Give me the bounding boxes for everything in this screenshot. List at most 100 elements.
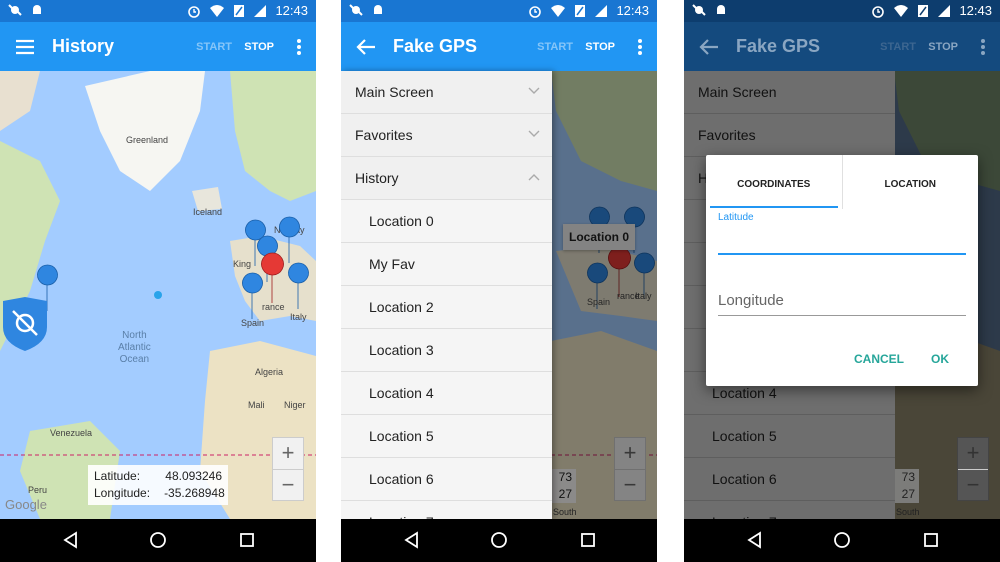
- no-sim-icon: [234, 4, 245, 17]
- start-button[interactable]: START: [196, 41, 232, 53]
- coordinates-dialog: COORDINATES LOCATION Latitude Longitude …: [706, 155, 978, 386]
- back-arrow-icon[interactable]: [355, 36, 377, 58]
- drawer-item-history[interactable]: History: [341, 157, 552, 200]
- history-item[interactable]: Location 6: [341, 458, 552, 501]
- clock: 12:43: [616, 3, 649, 18]
- map-pins: [37, 216, 309, 319]
- app-bar: History START STOP: [0, 22, 316, 71]
- back-icon[interactable]: [403, 531, 421, 549]
- selected-location-pin-icon: [261, 252, 284, 303]
- system-nav-bar: [684, 519, 1000, 562]
- fake-gps-shield-icon[interactable]: [3, 297, 47, 351]
- page-title: Fake GPS: [393, 36, 478, 56]
- cancel-button[interactable]: CANCEL: [854, 352, 904, 366]
- satellite-icon: [8, 4, 22, 16]
- chevron-down-icon: [528, 130, 540, 137]
- latitude-field[interactable]: Latitude: [718, 212, 966, 255]
- map-label-south: South: [896, 507, 920, 517]
- no-sim-icon: [575, 4, 586, 17]
- drawer-item-label: Main Screen: [355, 84, 434, 100]
- drawer-item-label: Favorites: [355, 127, 413, 143]
- tab-location[interactable]: LOCATION: [841, 155, 979, 209]
- phone-drawer: 12:43 Fake GPS START STOP Spain rance It…: [341, 0, 657, 562]
- history-item[interactable]: My Fav: [341, 243, 552, 286]
- system-nav-bar: [0, 519, 316, 562]
- stop-button[interactable]: STOP: [585, 41, 615, 53]
- home-icon[interactable]: [149, 531, 167, 549]
- status-bar: 12:43: [0, 0, 316, 22]
- app-bar: Fake GPS START STOP: [341, 22, 657, 71]
- back-arrow-icon[interactable]: [698, 36, 720, 58]
- zoom-controls: + −: [957, 437, 989, 501]
- clock: 12:43: [959, 3, 992, 18]
- home-icon[interactable]: [833, 531, 851, 549]
- drawer-item-main-screen[interactable]: Main Screen: [341, 71, 552, 114]
- tab-coordinates[interactable]: COORDINATES: [706, 155, 842, 209]
- signal-icon: [595, 4, 608, 17]
- location-pin-icon: [242, 272, 263, 319]
- hamburger-menu-icon[interactable]: [14, 36, 36, 58]
- home-icon[interactable]: [490, 531, 508, 549]
- drawer-item-favorites[interactable]: Favorites: [684, 114, 895, 157]
- page-title: History: [52, 36, 115, 56]
- recents-icon[interactable]: [579, 531, 597, 549]
- more-options-icon[interactable]: [637, 38, 643, 56]
- system-nav-bar: [341, 519, 657, 562]
- history-item[interactable]: Location 2: [341, 286, 552, 329]
- dialog-tabs: COORDINATES LOCATION: [706, 155, 978, 209]
- recents-icon[interactable]: [238, 531, 256, 549]
- history-item[interactable]: Location 5: [341, 415, 552, 458]
- back-icon[interactable]: [746, 531, 764, 549]
- stop-button[interactable]: STOP: [244, 41, 274, 53]
- zoom-controls: + −: [272, 437, 304, 501]
- alarm-icon: [529, 5, 542, 18]
- phone-history: 12:43 History START STOP Greenland Icela…: [0, 0, 316, 562]
- android-icon: [33, 5, 41, 14]
- drawer-item-favorites[interactable]: Favorites: [341, 114, 552, 157]
- wifi-icon: [551, 4, 566, 17]
- drawer-item-main-screen[interactable]: Main Screen: [684, 71, 895, 114]
- alarm-icon: [872, 5, 885, 18]
- recents-icon[interactable]: [922, 531, 940, 549]
- coordinates-panel: Latitude: 48.093246 Longitude: -35.268948: [88, 465, 228, 505]
- signal-icon: [254, 4, 267, 17]
- back-icon[interactable]: [62, 531, 80, 549]
- map-view[interactable]: Greenland Iceland Norway King rance Spai…: [0, 71, 316, 519]
- drawer-item-label: History: [355, 170, 399, 186]
- start-button[interactable]: START: [537, 41, 573, 53]
- status-bar: 12:43: [684, 0, 1000, 22]
- latitude-label: Latitude:: [94, 469, 141, 483]
- history-item[interactable]: Location 6: [684, 458, 895, 501]
- phone-dialog: 12:43 Fake GPS START STOP + − 73 27 Sout…: [684, 0, 1000, 562]
- start-button[interactable]: START: [880, 41, 916, 53]
- history-item[interactable]: Location 5: [684, 415, 895, 458]
- page-title: Fake GPS: [736, 36, 821, 56]
- history-item[interactable]: Location 3: [341, 329, 552, 372]
- more-options-icon[interactable]: [980, 38, 986, 56]
- navigation-drawer: Main Screen Favorites History Location 0…: [341, 71, 552, 519]
- latitude-value: 48.093246: [165, 469, 222, 483]
- alarm-icon: [188, 5, 201, 18]
- zoom-in-button[interactable]: +: [958, 438, 988, 470]
- more-options-icon[interactable]: [296, 38, 302, 56]
- history-item[interactable]: Location 4: [341, 372, 552, 415]
- zoom-out-button[interactable]: −: [273, 470, 303, 502]
- longitude-underline: [718, 315, 966, 316]
- wifi-icon: [210, 4, 225, 17]
- ok-button[interactable]: OK: [931, 352, 949, 366]
- app-bar: Fake GPS START STOP: [684, 22, 1000, 71]
- history-item[interactable]: Location 0: [341, 200, 552, 243]
- stop-button[interactable]: STOP: [928, 41, 958, 53]
- location-pin-icon: [279, 216, 300, 263]
- chevron-up-icon: [528, 174, 540, 181]
- satellite-icon: [692, 4, 706, 16]
- history-item[interactable]: Location 7: [341, 501, 552, 519]
- clock: 12:43: [275, 3, 308, 18]
- zoom-out-button[interactable]: −: [958, 470, 988, 502]
- location-pin-icon: [288, 262, 309, 309]
- zoom-in-button[interactable]: +: [273, 438, 303, 470]
- wifi-icon: [894, 4, 909, 17]
- history-item[interactable]: Location 7: [684, 501, 895, 519]
- longitude-field[interactable]: Longitude: [718, 292, 966, 316]
- latitude-label: Latitude: [718, 212, 754, 223]
